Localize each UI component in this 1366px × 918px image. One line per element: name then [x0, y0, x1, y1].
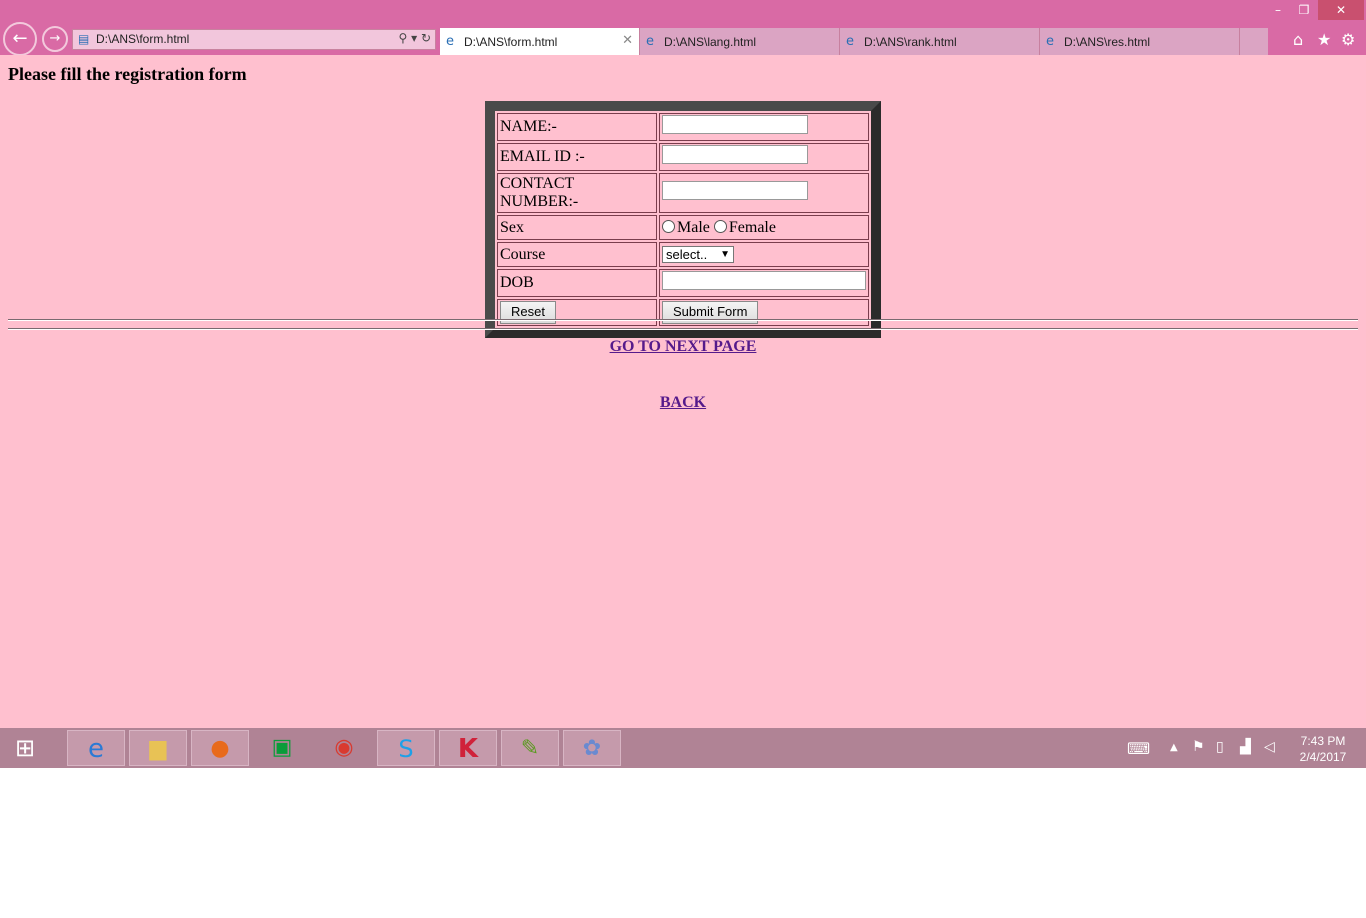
chevron-down-icon: ▼ [720, 248, 730, 260]
address-tools[interactable]: ⚲ ▾ ↻ [399, 31, 432, 45]
paint-icon[interactable]: ✿ [563, 730, 621, 766]
windows-start-icon[interactable]: ⊞ [6, 730, 44, 766]
firefox-icon[interactable]: ● [191, 730, 249, 766]
back-link[interactable]: BACK [0, 394, 1366, 412]
divider [8, 328, 1358, 330]
tab-lang[interactable]: e D:\ANS\lang.html [640, 28, 840, 55]
female-radio[interactable] [713, 219, 727, 233]
page-content: Please fill the registration form NAME:-… [0, 55, 1366, 728]
clock-date: 2/4/2017 [1299, 750, 1347, 764]
email-label: EMAIL ID :- [497, 143, 657, 171]
new-tab-button[interactable] [1240, 28, 1268, 55]
page-title: Please fill the registration form [8, 64, 247, 84]
power-icon[interactable]: ▯ [1216, 739, 1224, 755]
browser-chrome: – ❐ ✕ ← → ▤ D:\ANS\form.html ⚲ ▾ ↻ e D:\… [0, 0, 1366, 56]
minimize-button[interactable]: – [1266, 0, 1290, 20]
tab-label: D:\ANS\form.html [464, 35, 558, 49]
file-explorer-icon[interactable]: ▆ [129, 730, 187, 766]
network-icon[interactable]: ▟ [1240, 739, 1251, 755]
tab-res[interactable]: e D:\ANS\res.html [1040, 28, 1240, 55]
keyboard-icon[interactable]: ⌨ [1127, 739, 1150, 758]
clock-time: 7:43 PM [1300, 734, 1346, 748]
store-icon[interactable]: ▣ [253, 730, 311, 766]
ie-tab-icon: e [646, 34, 654, 49]
registration-form: NAME:- EMAIL ID :- CONTACT NUMBER:- Sex … [485, 101, 881, 338]
address-bar[interactable]: ▤ D:\ANS\form.html ⚲ ▾ ↻ [72, 29, 436, 50]
tab-label: D:\ANS\res.html [1064, 35, 1151, 49]
contact-label: CONTACT NUMBER:- [497, 173, 657, 213]
clock[interactable]: 7:43 PM 2/4/2017 [1296, 733, 1350, 765]
show-hidden-icons-icon[interactable]: ▲ [1170, 742, 1178, 753]
course-select[interactable]: select.. ▼ [662, 245, 734, 263]
tab-form[interactable]: e D:\ANS\form.html ✕ [440, 28, 640, 55]
ie-tab-icon: e [1046, 34, 1054, 49]
sex-label: Sex [497, 215, 657, 240]
back-link-text[interactable]: BACK [660, 394, 706, 411]
restore-button[interactable]: ❐ [1292, 0, 1316, 20]
flag-icon[interactable]: ⚑ [1192, 739, 1205, 755]
course-selected-value: select.. [666, 246, 708, 262]
divider [8, 319, 1358, 321]
tab-label: D:\ANS\rank.html [864, 35, 957, 49]
chrome-icon[interactable]: ◉ [315, 730, 373, 766]
female-label: Female [728, 218, 776, 236]
favorites-star-icon[interactable]: ★ [1317, 30, 1331, 49]
ie-tab-icon: e [846, 34, 854, 49]
close-tab-icon[interactable]: ✕ [622, 33, 633, 48]
dob-input[interactable] [662, 271, 866, 290]
internet-explorer-icon[interactable]: e [67, 730, 125, 766]
volume-icon[interactable]: ◁ [1264, 739, 1275, 755]
course-label: Course [497, 242, 657, 267]
home-icon[interactable]: ⌂ [1293, 30, 1303, 49]
name-input[interactable] [662, 115, 808, 134]
tab-label: D:\ANS\lang.html [664, 35, 757, 49]
ie-tab-icon: e [446, 34, 454, 49]
taskbar: ⊞ e ▆ ● ▣ ◉ S K ✎ ✿ ⌨ ▲ ⚑ ▯ ▟ ◁ 7:43 PM … [0, 728, 1366, 768]
contact-input[interactable] [662, 181, 808, 200]
back-button[interactable]: ← [3, 22, 37, 56]
gear-icon[interactable]: ⚙ [1341, 30, 1355, 49]
close-window-button[interactable]: ✕ [1318, 0, 1364, 20]
dob-label: DOB [497, 269, 657, 297]
name-label: NAME:- [497, 113, 657, 141]
address-url[interactable]: D:\ANS\form.html [96, 32, 189, 46]
page-favicon-icon: ▤ [78, 32, 90, 46]
skype-icon[interactable]: S [377, 730, 435, 766]
email-input[interactable] [662, 145, 808, 164]
male-label: Male [677, 218, 710, 236]
tab-rank[interactable]: e D:\ANS\rank.html [840, 28, 1040, 55]
forward-button[interactable]: → [42, 26, 68, 52]
kaspersky-icon[interactable]: K [439, 730, 497, 766]
next-page-link[interactable]: GO TO NEXT PAGE [0, 338, 1366, 356]
notepad-icon[interactable]: ✎ [501, 730, 559, 766]
next-page-link-text[interactable]: GO TO NEXT PAGE [610, 338, 757, 355]
male-radio[interactable] [662, 219, 675, 233]
